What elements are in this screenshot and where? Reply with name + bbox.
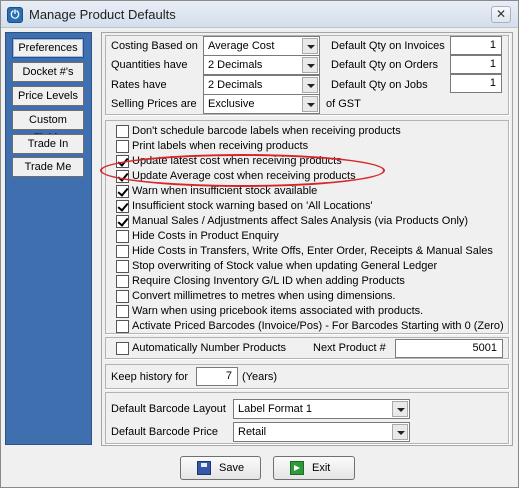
chevron-down-icon[interactable] xyxy=(302,57,318,73)
qty-invoices-label: Default Qty on Invoices xyxy=(331,40,445,52)
costing-label: Costing Based on xyxy=(111,40,198,52)
history-group: Keep history for 7 (Years) xyxy=(105,364,509,389)
checkbox[interactable] xyxy=(116,245,129,258)
rates-select[interactable]: 2 Decimals xyxy=(203,75,320,95)
option-label: Require Closing Inventory G/L ID when ad… xyxy=(132,275,405,287)
chevron-down-icon[interactable] xyxy=(302,77,318,93)
quantities-value: 2 Decimals xyxy=(208,59,263,71)
qty-orders-input[interactable]: 1 xyxy=(450,55,502,74)
gst-suffix-label: of GST xyxy=(326,98,361,110)
checkbox[interactable] xyxy=(116,155,129,168)
checkbox[interactable] xyxy=(116,275,129,288)
barcode-price-value: Retail xyxy=(238,426,267,438)
save-label: Save xyxy=(219,462,245,474)
barcode-layout-select[interactable]: Label Format 1 xyxy=(233,399,410,419)
qty-jobs-input[interactable]: 1 xyxy=(450,74,502,93)
checkbox[interactable] xyxy=(116,140,129,153)
option-label: Hide Costs in Product Enquiry xyxy=(132,230,279,242)
checkbox[interactable] xyxy=(116,200,129,213)
keep-history-label: Keep history for xyxy=(111,371,189,383)
close-button[interactable]: ✕ xyxy=(491,6,511,23)
next-product-label: Next Product # xyxy=(313,342,386,354)
rates-value: 2 Decimals xyxy=(208,79,263,91)
auto-number-checkbox[interactable] xyxy=(116,342,129,355)
quantities-select[interactable]: 2 Decimals xyxy=(203,55,320,75)
checkbox[interactable] xyxy=(116,260,129,273)
barcode-layout-label: Default Barcode Layout xyxy=(111,403,226,415)
sidebar-item-price-levels[interactable]: Price Levels xyxy=(12,86,84,106)
barcode-price-label: Default Barcode Price xyxy=(111,426,218,438)
exit-button[interactable]: Exit xyxy=(273,456,355,480)
costing-select[interactable]: Average Cost xyxy=(203,36,320,56)
sidebar-item-trade-me[interactable]: Trade Me xyxy=(12,157,84,177)
sidebar-item-preferences[interactable]: Preferences xyxy=(12,38,84,58)
option-label: Convert millimetres to metres when using… xyxy=(132,290,396,302)
option-label: Warn when insufficient stock available xyxy=(132,185,318,197)
power-icon: ⏻ xyxy=(7,7,23,23)
save-button[interactable]: Save xyxy=(180,456,261,480)
sidebar-item-trade-in[interactable]: Trade In xyxy=(12,134,84,154)
floppy-disk-icon xyxy=(197,461,211,475)
barcode-layout-value: Label Format 1 xyxy=(238,403,312,415)
history-unit-label: (Years) xyxy=(242,371,278,383)
qty-jobs-label: Default Qty on Jobs xyxy=(331,79,428,91)
manage-product-defaults-window: ⏻ Manage Product Defaults ✕ Preferences … xyxy=(0,0,519,488)
exit-arrow-icon xyxy=(290,461,304,475)
option-label: Print labels when receiving products xyxy=(132,140,309,152)
option-label: Manual Sales / Adjustments affect Sales … xyxy=(132,215,469,227)
chevron-down-icon[interactable] xyxy=(392,401,408,417)
options-group: Don't schedule barcode labels when recei… xyxy=(105,120,509,334)
rates-label: Rates have xyxy=(111,79,167,91)
costing-settings-group: Costing Based on Average Cost Quantities… xyxy=(105,35,509,115)
selling-prices-value: Exclusive xyxy=(208,98,255,110)
title-bar: ⏻ Manage Product Defaults ✕ xyxy=(1,1,518,28)
auto-number-group: Automatically Number Products Next Produ… xyxy=(105,337,509,359)
option-label: Insufficient stock warning based on 'All… xyxy=(132,200,373,212)
option-label: Hide Costs in Transfers, Write Offs, Ent… xyxy=(132,245,493,257)
costing-value: Average Cost xyxy=(208,40,275,52)
checkbox[interactable] xyxy=(116,125,129,138)
sidebar: Preferences Docket #'s Price Levels Cust… xyxy=(5,32,92,445)
window-title: Manage Product Defaults xyxy=(29,7,176,22)
qty-orders-label: Default Qty on Orders xyxy=(331,59,438,71)
checkbox[interactable] xyxy=(116,305,129,318)
checkbox[interactable] xyxy=(116,320,129,333)
sidebar-item-custom-fields[interactable]: Custom Fields xyxy=(12,110,84,144)
option-label: Stop overwriting of Stock value when upd… xyxy=(132,260,438,272)
barcode-group: Default Barcode Layout Label Format 1 De… xyxy=(105,392,509,444)
quantities-label: Quantities have xyxy=(111,59,188,71)
option-label: Warn when using pricebook items associat… xyxy=(132,305,424,317)
sidebar-item-dockets[interactable]: Docket #'s xyxy=(12,62,84,82)
selling-prices-select[interactable]: Exclusive xyxy=(203,94,320,114)
keep-history-input[interactable]: 7 xyxy=(196,367,238,386)
checkbox[interactable] xyxy=(116,230,129,243)
chevron-down-icon[interactable] xyxy=(302,38,318,54)
checkbox[interactable] xyxy=(116,185,129,198)
barcode-price-select[interactable]: Retail xyxy=(233,422,410,442)
chevron-down-icon[interactable] xyxy=(392,424,408,440)
checkbox[interactable] xyxy=(116,215,129,228)
next-product-input[interactable]: 5001 xyxy=(395,339,503,358)
selling-prices-label: Selling Prices are xyxy=(111,98,197,110)
exit-label: Exit xyxy=(312,462,331,474)
option-label: Activate Priced Barcodes (Invoice/Pos) -… xyxy=(132,320,504,332)
option-label: Update Average cost when receiving produ… xyxy=(132,170,356,182)
option-label: Don't schedule barcode labels when recei… xyxy=(132,125,401,137)
qty-invoices-input[interactable]: 1 xyxy=(450,36,502,55)
checkbox[interactable] xyxy=(116,290,129,303)
option-label: Update latest cost when receiving produc… xyxy=(132,155,342,167)
chevron-down-icon[interactable] xyxy=(302,96,318,112)
checkbox[interactable] xyxy=(116,170,129,183)
auto-number-label: Automatically Number Products xyxy=(132,342,287,354)
preferences-panel: Costing Based on Average Cost Quantities… xyxy=(101,32,513,446)
